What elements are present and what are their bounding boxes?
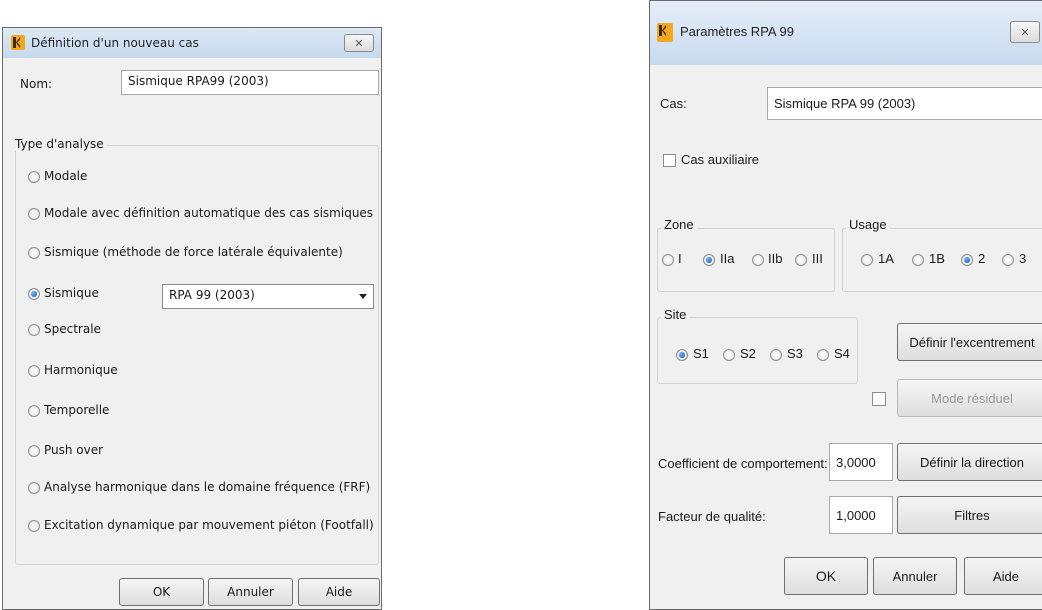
- dialog-title: Paramètres RPA 99: [680, 24, 794, 39]
- behavior-coefficient-label: Coefficient de comportement:: [658, 456, 828, 471]
- site-radio-s4[interactable]: [817, 349, 829, 361]
- radio-button[interactable]: [28, 247, 40, 259]
- close-icon[interactable]: ✕: [1010, 21, 1040, 43]
- app-logo-icon: [657, 23, 673, 42]
- auxiliary-checkbox-box[interactable]: [663, 154, 676, 167]
- usage-radio-3[interactable]: [1002, 254, 1014, 266]
- site-option-label: S1: [693, 346, 709, 361]
- zone-group-label: Zone: [661, 217, 697, 232]
- site-group-label: Site: [661, 307, 690, 322]
- analysis-option-label: Modale: [44, 169, 88, 183]
- radio-button[interactable]: [28, 520, 40, 532]
- zone-option-label: IIa: [720, 251, 735, 266]
- quality-factor-label: Facteur de qualité:: [658, 509, 766, 524]
- filters-button[interactable]: Filtres: [897, 496, 1042, 534]
- auxiliary-label: Cas auxiliaire: [681, 152, 760, 167]
- zone-option-label: IIb: [768, 251, 783, 266]
- site-radio-s2[interactable]: [723, 349, 735, 361]
- site-option-label: S3: [787, 346, 803, 361]
- usage-option-label: 1A: [878, 251, 894, 266]
- behavior-coefficient-input[interactable]: 3,0000: [829, 443, 893, 481]
- radio-button-selected[interactable]: [28, 288, 40, 300]
- seismic-standard-value: RPA 99 (2003): [169, 288, 255, 302]
- cancel-button[interactable]: Annuler: [208, 578, 293, 606]
- radio-button[interactable]: [28, 405, 40, 417]
- name-input[interactable]: Sismique RPA99 (2003): [121, 70, 379, 95]
- zone-option-label: I: [678, 251, 682, 266]
- title-bar[interactable]: Paramètres RPA 99 ✕: [650, 1, 1042, 65]
- zone-radio-iii[interactable]: [795, 254, 807, 266]
- usage-group-label: Usage: [846, 217, 890, 232]
- radio-button[interactable]: [28, 365, 40, 377]
- dropdown-arrow-icon[interactable]: [359, 294, 367, 299]
- analysis-type-group-label: Type d'analyse: [15, 137, 107, 151]
- usage-option-label: 3: [1019, 251, 1027, 266]
- dialog-body: Cas: Sismique RPA 99 (2003) Cas auxiliai…: [654, 65, 1042, 609]
- residual-mode-button[interactable]: Mode résiduel: [897, 379, 1042, 417]
- usage-radio-1b[interactable]: [912, 254, 924, 266]
- zone-radio-iib[interactable]: [752, 254, 764, 266]
- rpa99-parameters-dialog: Paramètres RPA 99 ✕ Cas: Sismique RPA 99…: [649, 0, 1042, 610]
- radio-button[interactable]: [28, 208, 40, 220]
- usage-option-label: 2: [978, 251, 986, 266]
- analysis-option-label: Excitation dynamique par mouvement piéto…: [44, 518, 374, 532]
- usage-radio-1a[interactable]: [861, 254, 873, 266]
- ok-button[interactable]: OK: [119, 578, 204, 606]
- zone-radio-i[interactable]: [662, 254, 674, 266]
- usage-option-label: 1B: [929, 251, 945, 266]
- site-radio-s1[interactable]: [676, 349, 688, 361]
- analysis-option-label: Sismique (méthode de force latérale équi…: [44, 245, 343, 259]
- help-button[interactable]: Aide: [964, 557, 1042, 595]
- define-direction-button[interactable]: Définir la direction: [897, 443, 1042, 481]
- new-case-dialog: Définition d'un nouveau cas ✕ Nom: Sismi…: [2, 27, 382, 610]
- define-eccentricity-button[interactable]: Définir l'excentrement: [897, 323, 1042, 361]
- zone-group: [657, 228, 835, 292]
- name-label: Nom:: [20, 77, 53, 91]
- case-input[interactable]: Sismique RPA 99 (2003): [767, 87, 1042, 120]
- site-radio-s3[interactable]: [770, 349, 782, 361]
- radio-button[interactable]: [28, 171, 40, 183]
- site-option-label: S4: [834, 346, 850, 361]
- app-logo-icon: [11, 35, 25, 50]
- case-label: Cas:: [660, 96, 687, 111]
- analysis-option-label: Temporelle: [44, 403, 110, 417]
- usage-radio-2[interactable]: [961, 254, 973, 266]
- analysis-option-label: Push over: [44, 443, 104, 457]
- site-option-label: S2: [740, 346, 756, 361]
- dialog-body: Nom: Sismique RPA99 (2003) Type d'analys…: [8, 58, 380, 606]
- analysis-option-label: Analyse harmonique dans le domaine fréqu…: [44, 480, 371, 494]
- close-icon[interactable]: ✕: [344, 34, 374, 52]
- residual-mode-checkbox[interactable]: [872, 392, 886, 406]
- title-bar[interactable]: Définition d'un nouveau cas ✕: [3, 28, 381, 58]
- quality-factor-input[interactable]: 1,0000: [829, 496, 893, 534]
- analysis-option-label: Modale avec définition automatique des c…: [44, 206, 374, 220]
- dialog-title: Définition d'un nouveau cas: [31, 36, 199, 50]
- radio-button[interactable]: [28, 482, 40, 494]
- zone-option-label: III: [812, 251, 823, 266]
- radio-button[interactable]: [28, 445, 40, 457]
- analysis-option-label: Harmonique: [44, 363, 118, 377]
- analysis-option-label: Spectrale: [44, 322, 101, 336]
- seismic-standard-select[interactable]: RPA 99 (2003): [162, 284, 374, 309]
- analysis-option-label: Sismique: [44, 286, 99, 300]
- zone-radio-iia[interactable]: [703, 254, 715, 266]
- help-button[interactable]: Aide: [298, 578, 380, 606]
- ok-button[interactable]: OK: [784, 557, 868, 595]
- radio-button[interactable]: [28, 324, 40, 336]
- cancel-button[interactable]: Annuler: [873, 557, 957, 595]
